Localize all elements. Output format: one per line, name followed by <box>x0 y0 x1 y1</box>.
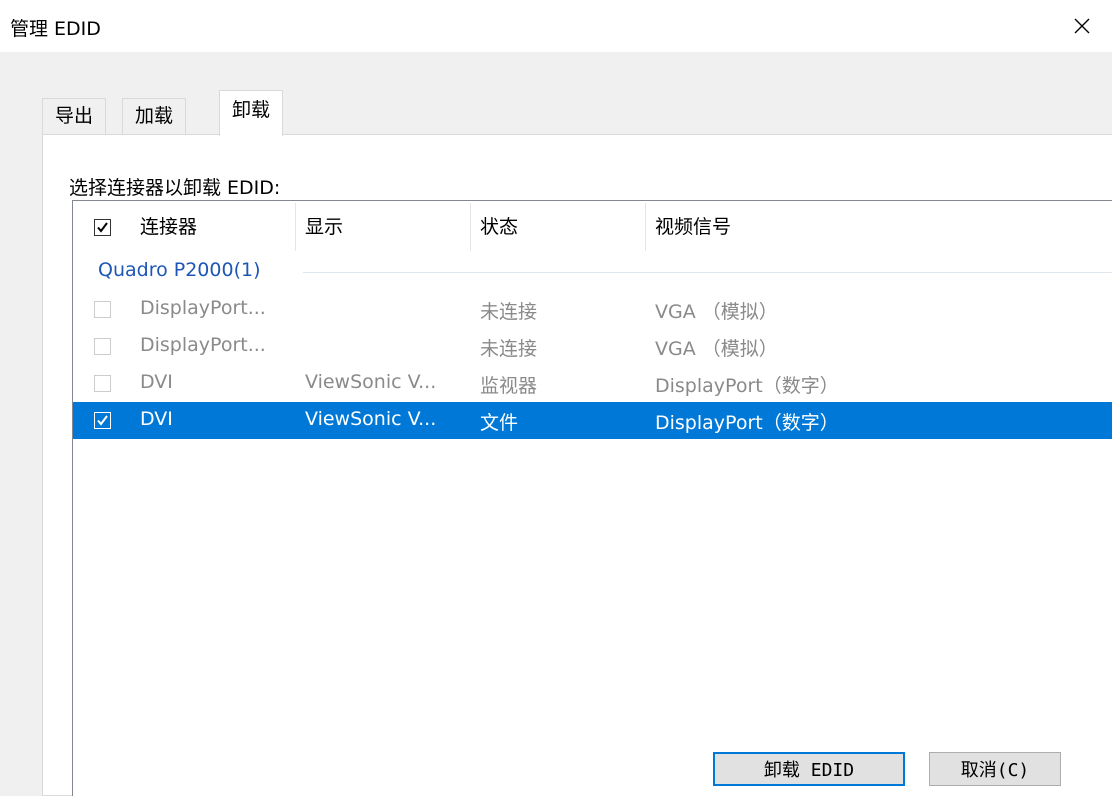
tab-strip: 导出 加载 卸载 <box>42 90 1112 136</box>
column-header-status[interactable]: 状态 <box>470 201 518 254</box>
cancel-button[interactable]: 取消(C) <box>929 752 1061 786</box>
connector-list[interactable]: 连接器 显示 状态 视频信号 Quadro P2000(1) DisplayPo… <box>72 200 1112 796</box>
tab-export[interactable]: 导出 <box>42 98 107 135</box>
tab-panel-unload: 选择连接器以卸载 EDID: 连接器 显示 状态 视频信号 Quadro P20… <box>42 134 1112 796</box>
cell-signal: DisplayPort（数字） <box>655 375 839 397</box>
tab-load[interactable]: 加载 <box>122 98 187 135</box>
group-divider <box>303 272 1112 273</box>
table-row[interactable]: DVI ViewSonic V... 监视器 DisplayPort（数字） <box>73 365 1112 402</box>
gpu-group-header: Quadro P2000(1) <box>73 253 1112 287</box>
unload-edid-button[interactable]: 卸载 EDID <box>713 752 905 786</box>
cell-status: 未连接 <box>480 301 538 323</box>
close-icon <box>1074 18 1090 34</box>
header-select-all-checkbox[interactable] <box>94 219 111 236</box>
table-row[interactable]: DisplayPort... 未连接 VGA （模拟） <box>73 291 1112 328</box>
dialog-buttons: 卸载 EDID 取消(C) <box>0 752 1112 792</box>
cell-signal: VGA （模拟） <box>655 301 778 323</box>
row-checkbox[interactable] <box>94 301 111 318</box>
cell-signal: VGA （模拟） <box>655 338 778 360</box>
cell-connector: DisplayPort... <box>140 297 266 319</box>
cell-display: ViewSonic V... <box>305 408 437 430</box>
checkmark-icon <box>97 415 108 426</box>
title-bar: 管理 EDID <box>0 0 1112 52</box>
cell-status: 未连接 <box>480 338 538 360</box>
list-header: 连接器 显示 状态 视频信号 <box>73 201 1112 254</box>
dialog-client-area: 导出 加载 卸载 选择连接器以卸载 EDID: 连接器 显示 状态 视频信号 Q… <box>0 52 1112 796</box>
row-checkbox[interactable] <box>94 412 111 429</box>
column-header-connector[interactable]: 连接器 <box>130 201 197 254</box>
cell-connector: DVI <box>140 371 173 393</box>
tab-unload[interactable]: 卸载 <box>219 90 284 136</box>
checkmark-icon <box>97 222 108 233</box>
cell-connector: DisplayPort... <box>140 334 266 356</box>
table-row-selected[interactable]: DVI ViewSonic V... 文件 DisplayPort（数字） <box>73 402 1112 439</box>
cell-signal: DisplayPort（数字） <box>655 412 839 434</box>
table-row[interactable]: DisplayPort... 未连接 VGA （模拟） <box>73 328 1112 365</box>
cell-connector: DVI <box>140 408 173 430</box>
row-checkbox[interactable] <box>94 338 111 355</box>
cell-status: 文件 <box>480 412 519 434</box>
cell-display: ViewSonic V... <box>305 371 437 393</box>
column-header-signal[interactable]: 视频信号 <box>645 201 731 254</box>
instruction-label: 选择连接器以卸载 EDID: <box>69 177 281 199</box>
gpu-group-label: Quadro P2000(1) <box>98 259 269 281</box>
column-header-display[interactable]: 显示 <box>295 201 343 254</box>
close-button[interactable] <box>1062 6 1102 46</box>
row-checkbox[interactable] <box>94 375 111 392</box>
window-title: 管理 EDID <box>10 18 101 40</box>
cell-status: 监视器 <box>480 375 538 397</box>
